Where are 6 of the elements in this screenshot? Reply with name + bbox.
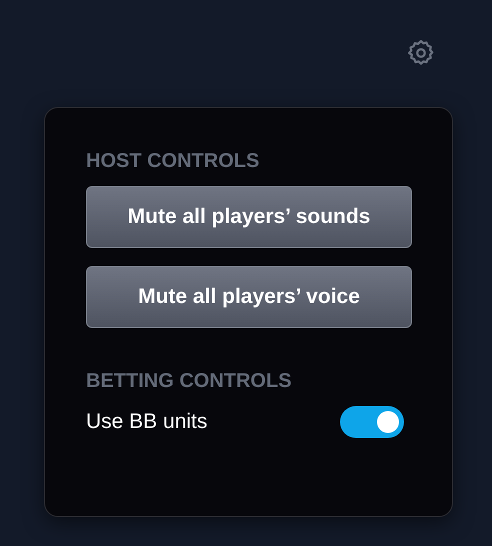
toggle-label: Use BB units xyxy=(86,410,208,434)
section-heading: HOST CONTROLS xyxy=(86,150,260,173)
mute-button[interactable]: Mute all players’ voice xyxy=(86,266,412,328)
section-heading: BETTING CONTROLS xyxy=(86,370,293,393)
mute-button[interactable]: Mute all players’ sounds xyxy=(86,186,412,248)
toggle-switch[interactable] xyxy=(340,406,404,438)
